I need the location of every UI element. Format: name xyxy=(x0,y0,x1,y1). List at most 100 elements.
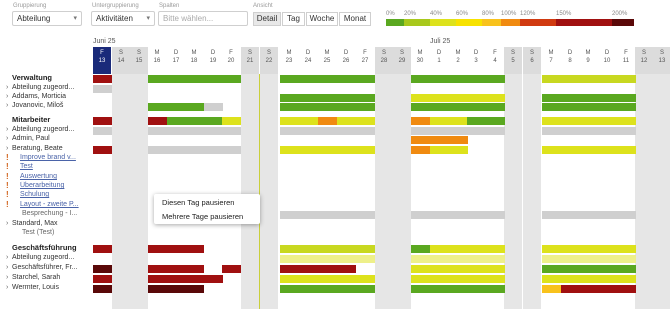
day-header[interactable]: D 17 xyxy=(167,47,185,74)
day-header[interactable]: S 15 xyxy=(130,47,148,74)
row-label[interactable]: Wermter, Louis xyxy=(12,283,84,292)
day-header[interactable]: M 18 xyxy=(185,47,203,74)
day-header[interactable]: S 14 xyxy=(112,47,130,74)
day-header[interactable]: D 26 xyxy=(337,47,355,74)
capacity-cell[interactable] xyxy=(93,275,112,283)
capacity-cell[interactable] xyxy=(411,117,430,125)
capacity-cell[interactable] xyxy=(148,117,167,125)
capacity-cell[interactable] xyxy=(411,255,505,263)
row-label[interactable]: Test (Test) xyxy=(22,228,82,237)
day-header[interactable]: D3 xyxy=(467,47,485,74)
expand-chevron-icon[interactable]: › xyxy=(6,101,8,110)
capacity-cell[interactable] xyxy=(167,117,204,125)
day-header[interactable]: M 23 xyxy=(280,47,298,74)
day-header[interactable]: M2 xyxy=(449,47,467,74)
view-detail-button[interactable]: Detail xyxy=(253,12,281,26)
capacity-cell[interactable] xyxy=(280,146,375,154)
capacity-cell[interactable] xyxy=(280,265,356,273)
task-link[interactable]: Layout - zweite P... xyxy=(20,200,82,209)
capacity-cell[interactable] xyxy=(542,103,636,111)
capacity-cell[interactable] xyxy=(542,117,636,125)
day-header[interactable]: S 22 xyxy=(260,47,278,74)
capacity-cell[interactable] xyxy=(148,127,241,135)
capacity-cell[interactable] xyxy=(280,127,375,135)
capacity-cell[interactable] xyxy=(204,103,223,111)
capacity-cell[interactable] xyxy=(222,117,241,125)
capacity-cell[interactable] xyxy=(411,103,505,111)
view-month-button[interactable]: Monat xyxy=(339,12,371,26)
expand-chevron-icon[interactable]: › xyxy=(6,83,8,92)
day-header[interactable]: D 19 xyxy=(204,47,222,74)
view-week-button[interactable]: Woche xyxy=(306,12,338,26)
capacity-cell[interactable] xyxy=(93,85,112,93)
capacity-cell[interactable] xyxy=(93,75,112,83)
capacity-cell[interactable] xyxy=(430,117,468,125)
capacity-cell[interactable] xyxy=(411,285,505,293)
day-header[interactable]: S5 xyxy=(504,47,522,74)
capacity-cell[interactable] xyxy=(222,265,241,273)
capacity-cell[interactable] xyxy=(542,255,636,263)
capacity-cell[interactable] xyxy=(280,255,375,263)
day-header[interactable]: S6 xyxy=(523,47,541,74)
capacity-cell[interactable] xyxy=(93,146,112,154)
group-select[interactable]: Abteilung ▾ xyxy=(12,11,82,26)
capacity-cell[interactable] xyxy=(411,146,430,154)
capacity-cell[interactable] xyxy=(280,75,375,83)
row-label[interactable]: Besprechung - I... xyxy=(22,209,82,218)
row-label[interactable]: Jovanovic, Miloš xyxy=(12,101,84,110)
capacity-cell[interactable] xyxy=(280,245,375,253)
capacity-cell[interactable] xyxy=(93,285,112,293)
day-header[interactable]: M9 xyxy=(579,47,597,74)
columns-select[interactable]: Bitte wählen... xyxy=(158,11,248,26)
capacity-cell[interactable] xyxy=(148,245,204,253)
day-header[interactable]: S 29 xyxy=(393,47,411,74)
day-header[interactable]: M 25 xyxy=(318,47,336,74)
capacity-cell[interactable] xyxy=(204,117,223,125)
expand-chevron-icon[interactable]: › xyxy=(6,283,8,292)
capacity-cell[interactable] xyxy=(411,265,505,273)
capacity-cell[interactable] xyxy=(93,245,112,253)
task-link[interactable]: Überarbeitung xyxy=(20,181,82,190)
capacity-cell[interactable] xyxy=(411,75,505,83)
row-label[interactable]: Geschäftsführer, Fr... xyxy=(12,263,84,272)
row-label[interactable]: Beratung, Beate xyxy=(12,144,84,153)
capacity-cell[interactable] xyxy=(411,136,468,144)
task-link[interactable]: Auswertung xyxy=(20,172,82,181)
day-header[interactable]: D 24 xyxy=(299,47,317,74)
day-header[interactable]: M 16 xyxy=(148,47,166,74)
row-label[interactable]: Starchel, Sarah xyxy=(12,273,84,282)
capacity-cell[interactable] xyxy=(148,265,204,273)
expand-chevron-icon[interactable]: › xyxy=(6,125,8,134)
capacity-cell[interactable] xyxy=(542,75,636,83)
day-header[interactable]: M7 xyxy=(542,47,560,74)
expand-chevron-icon[interactable]: › xyxy=(6,92,8,101)
capacity-cell[interactable] xyxy=(280,117,318,125)
capacity-cell[interactable] xyxy=(542,245,636,253)
capacity-cell[interactable] xyxy=(411,127,505,135)
capacity-cell[interactable] xyxy=(467,117,505,125)
capacity-cell[interactable] xyxy=(542,285,561,293)
subgroup-select[interactable]: Aktivitäten ▾ xyxy=(91,11,155,26)
capacity-cell[interactable] xyxy=(148,285,204,293)
expand-chevron-icon[interactable]: › xyxy=(6,144,8,153)
capacity-cell[interactable] xyxy=(280,211,375,219)
capacity-cell[interactable] xyxy=(148,275,223,283)
day-header[interactable]: D1 xyxy=(430,47,448,74)
day-header[interactable]: D8 xyxy=(561,47,579,74)
pause-day-menu-item[interactable]: Diesen Tag pausieren xyxy=(154,195,260,209)
capacity-cell[interactable] xyxy=(542,275,636,283)
day-header[interactable]: F 27 xyxy=(356,47,374,74)
row-label[interactable]: Admin, Paul xyxy=(12,134,84,143)
capacity-cell[interactable] xyxy=(542,211,636,219)
row-label[interactable]: Abteilung zugeord... xyxy=(12,253,84,262)
capacity-cell[interactable] xyxy=(411,245,430,253)
day-header[interactable]: S 21 xyxy=(241,47,259,74)
capacity-cell[interactable] xyxy=(93,117,112,125)
capacity-cell[interactable] xyxy=(561,285,636,293)
capacity-cell[interactable] xyxy=(411,275,505,283)
expand-chevron-icon[interactable]: › xyxy=(6,134,8,143)
capacity-cell[interactable] xyxy=(337,117,375,125)
capacity-cell[interactable] xyxy=(542,127,636,135)
capacity-cell[interactable] xyxy=(411,211,505,219)
capacity-cell[interactable] xyxy=(318,117,337,125)
